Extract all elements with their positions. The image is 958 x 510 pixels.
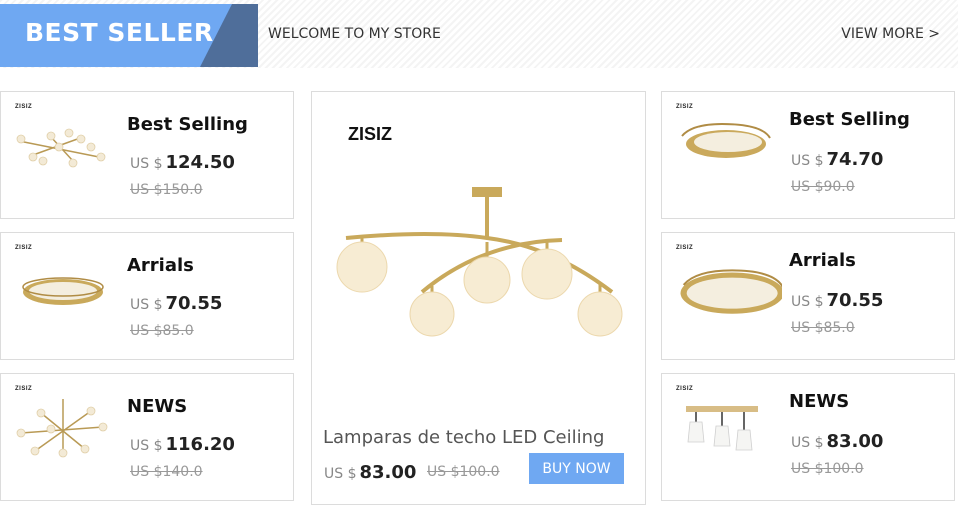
brand-logo: ZISIZ <box>15 104 33 110</box>
product-name: Arrials <box>127 255 194 276</box>
sputnik-chandelier-icon <box>16 399 108 458</box>
product-price: US $74.70 <box>791 149 884 170</box>
product-name: NEWS <box>789 391 850 412</box>
product-name: Best Selling <box>789 109 910 130</box>
product-price: US $70.55 <box>130 293 223 314</box>
product-card-right-1[interactable]: ZISIZ Best Selling US $74.70 US $90.0 <box>661 91 955 219</box>
brand-logo: ZISIZ <box>15 386 33 392</box>
brand-logo: ZISIZ <box>676 104 694 110</box>
product-price: US $70.55 <box>791 290 884 311</box>
view-more-link[interactable]: VIEW MORE > <box>841 26 940 42</box>
product-price: US $124.50 <box>130 152 235 173</box>
product-card-left-3[interactable]: ZISIZ NEWS US $116.20 US $140.0 <box>0 373 294 501</box>
banner-title: BEST SELLER <box>25 18 214 47</box>
product-price: US $83.00 <box>791 431 884 452</box>
original-price: US $85.0 <box>791 320 855 336</box>
original-price: US $140.0 <box>130 464 203 480</box>
original-price: US $90.0 <box>791 179 855 195</box>
original-price: US $100.0 <box>791 461 864 477</box>
branch-chandelier-icon <box>16 128 106 168</box>
featured-product-card[interactable]: ZISIZ Lamparas de techo LED Ceiling US $… <box>311 91 646 505</box>
product-name: Best Selling <box>127 114 248 135</box>
product-card-right-3[interactable]: ZISIZ NEWS US $83.00 US $100.0 <box>661 373 955 501</box>
product-name: NEWS <box>127 396 188 417</box>
product-card-right-2[interactable]: ZISIZ Arrials US $70.55 US $85.0 <box>661 232 955 360</box>
round-flush-ceiling-light-icon <box>22 277 104 305</box>
original-price: US $150.0 <box>130 182 203 198</box>
welcome-text: WELCOME TO MY STORE <box>268 26 441 42</box>
featured-original-price: US $100.0 <box>427 464 500 480</box>
product-card-left-2[interactable]: ZISIZ Arrials US $70.55 US $85.0 <box>0 232 294 360</box>
brand-logo: ZISIZ <box>348 124 392 144</box>
original-price: US $85.0 <box>130 323 194 339</box>
buy-now-button[interactable]: BUY NOW <box>529 453 624 484</box>
store-header: BEST SELLER WELCOME TO MY STORE VIEW MOR… <box>0 0 958 68</box>
product-card-left-1[interactable]: ZISIZ Best Selling US $124.50 US $150.0 <box>0 91 294 219</box>
brand-logo: ZISIZ <box>676 245 694 251</box>
round-flush-ceiling-light-icon <box>680 269 782 314</box>
track-spotlight-icon <box>686 406 758 451</box>
product-name: Arrials <box>789 250 856 271</box>
product-price: US $116.20 <box>130 434 235 455</box>
ring-ceiling-light-icon <box>681 122 771 158</box>
brand-logo: ZISIZ <box>15 245 33 251</box>
featured-price: US $83.00 <box>324 462 417 483</box>
brand-logo: ZISIZ <box>676 386 694 392</box>
featured-product-name: Lamparas de techo LED Ceiling <box>323 427 605 448</box>
globe-ceiling-light-icon <box>336 187 623 337</box>
